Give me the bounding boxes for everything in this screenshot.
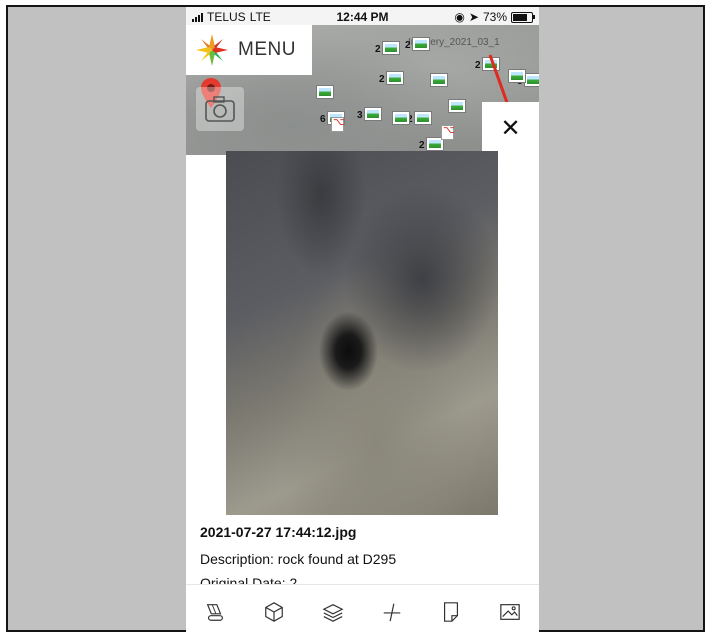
battery-percent: 73% <box>482 10 507 24</box>
photo-filename: 2021-07-27 17:44:12.jpg <box>200 524 357 540</box>
eraser-icon <box>207 603 224 621</box>
status-bar: TELUS LTE 12:44 PM ◉ ➤ 73% <box>186 7 539 25</box>
layers-button[interactable] <box>319 598 347 626</box>
map-photo-marker[interactable] <box>448 99 466 113</box>
eraser-tool-button[interactable] <box>201 598 229 626</box>
note-icon <box>443 601 458 622</box>
camera-icon <box>205 96 235 122</box>
menu-label: MENU <box>238 39 296 60</box>
layers-icon <box>322 603 344 622</box>
camera-button[interactable] <box>196 87 244 131</box>
map-photo-marker[interactable]: 2 <box>375 41 400 55</box>
map-photo-marker[interactable]: 3 <box>517 73 539 87</box>
image-icon <box>499 603 520 620</box>
map-photo-marker[interactable]: 3 <box>357 107 382 121</box>
location-arrow-icon: ➤ <box>468 10 479 24</box>
cube-icon <box>265 601 284 622</box>
pdf-file-icon[interactable] <box>331 117 345 132</box>
map-photo-marker[interactable]: 2 <box>379 71 404 85</box>
note-button[interactable] <box>437 598 465 626</box>
phone-screen: Imagery_2021_03_1 2 2 2 2 6 3 2 2 3 TELU… <box>186 7 539 637</box>
close-button[interactable]: ✕ <box>482 102 539 155</box>
map-photo-marker[interactable] <box>430 73 448 87</box>
image-button[interactable] <box>496 598 524 626</box>
app-logo-icon <box>196 34 228 66</box>
map-photo-marker[interactable]: 2 <box>405 37 430 51</box>
photo-preview[interactable] <box>226 151 498 515</box>
map-photo-marker[interactable]: 2 <box>407 111 432 125</box>
map-photo-marker[interactable] <box>316 85 334 99</box>
photo-description: Description: rock found at D295 <box>200 551 397 567</box>
bottom-toolbar <box>186 584 539 637</box>
3d-view-button[interactable] <box>260 598 288 626</box>
battery-icon <box>511 11 535 23</box>
close-icon: ✕ <box>500 115 521 142</box>
map-photo-marker[interactable] <box>392 111 410 125</box>
orientation-lock-icon: ◉ <box>454 10 465 24</box>
menu-button[interactable]: MENU <box>186 25 312 75</box>
measure-icon <box>383 603 401 621</box>
pdf-file-icon[interactable] <box>441 125 455 140</box>
measure-button[interactable] <box>378 598 406 626</box>
